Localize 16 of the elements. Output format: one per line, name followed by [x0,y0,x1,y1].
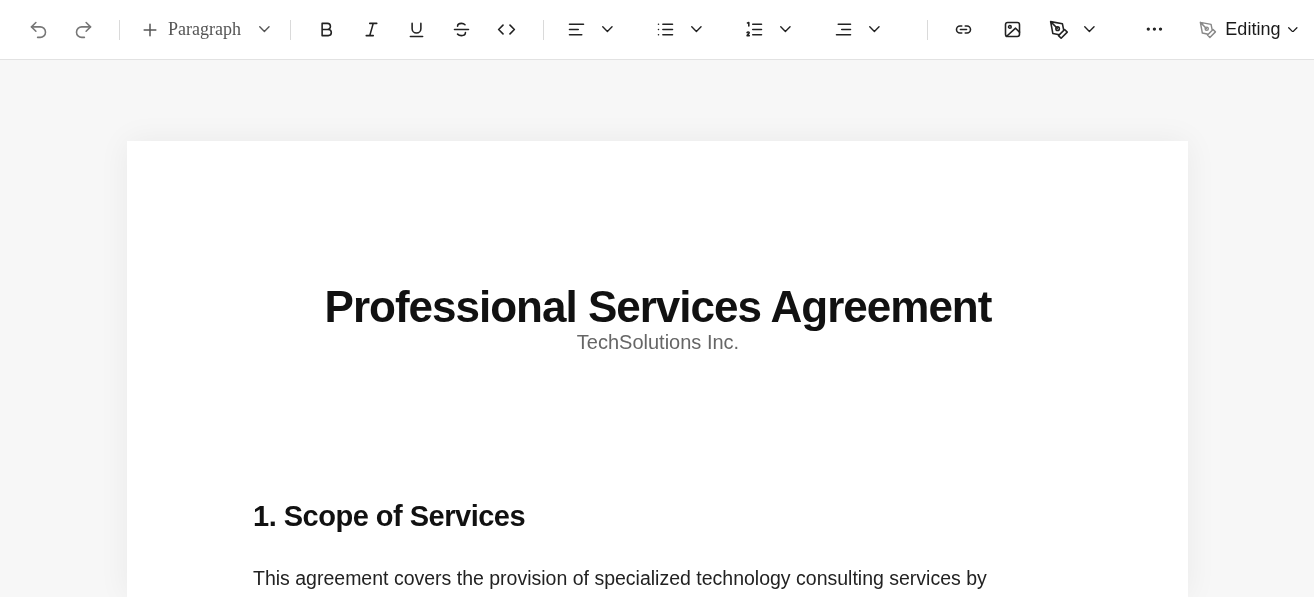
mode-dropdown[interactable]: Editing [1194,11,1302,48]
section-heading: 1. Scope of Services [253,500,527,533]
chevron-down-icon [1083,26,1095,33]
block-type-dropdown[interactable]: Paragraph [134,11,276,48]
chevron-down-icon [258,26,270,33]
more-icon [1146,27,1164,32]
chevron-down-icon [1288,26,1298,33]
pen-icon [1047,19,1069,40]
chevron-down-icon [779,26,791,33]
pen-icon [1198,20,1218,39]
document-title: Professional Services Agreement [323,281,993,333]
company-name: TechSolutions Inc. [575,331,741,354]
chevron-down-icon [690,26,702,33]
chevron-down-icon [601,26,613,33]
chevron-down-icon [868,26,880,33]
paragraph: This agreement covers the provision of specialized technology consulting services by [253,566,988,591]
